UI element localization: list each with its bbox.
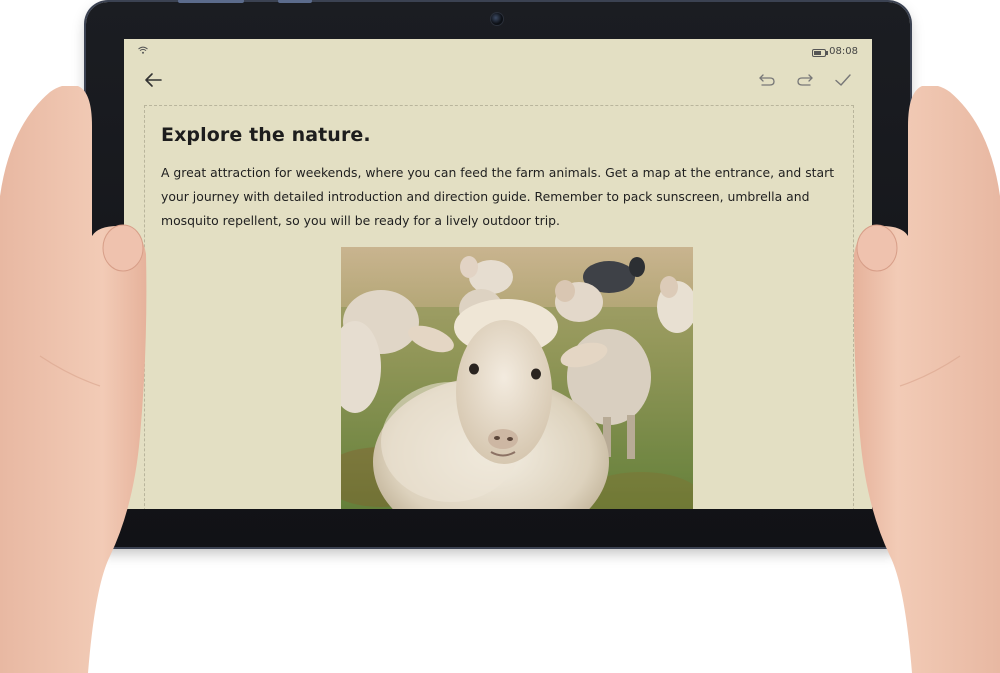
tablet-screen: 08:08 Explore the nature. A great attrac… bbox=[124, 39, 872, 509]
front-camera bbox=[491, 13, 503, 25]
left-hand bbox=[0, 86, 147, 673]
tablet-device: 08:08 Explore the nature. A great attrac… bbox=[86, 0, 910, 547]
battery-icon bbox=[812, 49, 828, 57]
checkmark-icon bbox=[835, 74, 851, 86]
sheep-image bbox=[341, 247, 693, 509]
status-time: 08:08 bbox=[829, 46, 858, 57]
power-button bbox=[278, 0, 312, 3]
note-document[interactable]: Explore the nature. A great attraction f… bbox=[144, 105, 854, 509]
wifi-icon bbox=[138, 46, 148, 54]
note-title[interactable]: Explore the nature. bbox=[161, 124, 371, 146]
redo-button[interactable] bbox=[794, 70, 816, 90]
undo-button[interactable] bbox=[756, 70, 778, 90]
volume-button bbox=[178, 0, 244, 3]
right-hand bbox=[853, 86, 1000, 673]
undo-icon bbox=[759, 74, 775, 86]
redo-icon bbox=[797, 74, 813, 86]
sheep-photo[interactable] bbox=[341, 247, 693, 509]
product-photo-stage: 08:08 Explore the nature. A great attrac… bbox=[0, 0, 1000, 673]
note-body-text[interactable]: A great attraction for weekends, where y… bbox=[161, 161, 841, 233]
status-bar: 08:08 bbox=[124, 39, 872, 61]
